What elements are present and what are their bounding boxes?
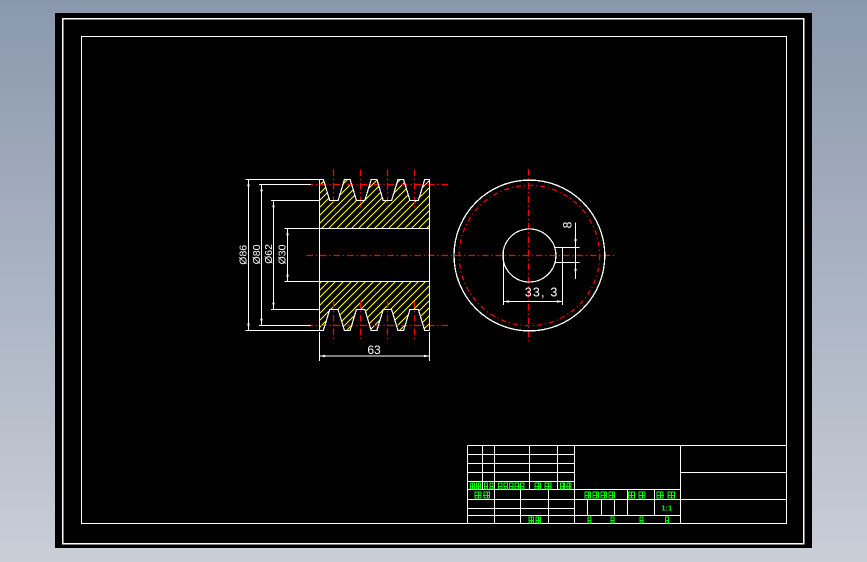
svg-text:1:1: 1:1 [661, 504, 672, 513]
svg-text:8: 8 [560, 221, 574, 228]
svg-text:63: 63 [367, 343, 381, 357]
svg-text:33, 3: 33, 3 [525, 286, 559, 300]
svg-text:Ø86: Ø86 [237, 245, 249, 265]
svg-text:Ø80: Ø80 [251, 244, 263, 264]
svg-text:Ø62: Ø62 [263, 244, 275, 264]
svg-text:Ø30: Ø30 [276, 244, 288, 264]
